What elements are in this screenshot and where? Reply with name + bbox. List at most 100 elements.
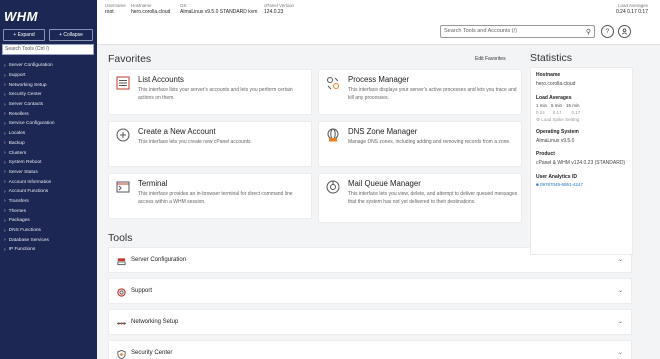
tool-label: Server Configuration	[131, 257, 187, 263]
sidebar-item-packages[interactable]: › Packages	[0, 216, 97, 226]
sidebar-item-label: Transfers	[8, 198, 29, 204]
chevron-right-icon: ›	[4, 179, 6, 186]
top-search-input[interactable]: Search Tools and Accounts (/) ⚲	[440, 25, 595, 38]
support-icon	[116, 287, 126, 297]
username-label: Username	[105, 3, 126, 8]
favorites-title: Favorites	[108, 53, 152, 65]
sidebar-item-dns-functions[interactable]: › DNS Functions	[0, 226, 97, 236]
chevron-right-icon: ›	[4, 140, 6, 147]
chevron-right-icon: ›	[4, 91, 6, 98]
top-bar: Username root Hostname hero.corolla.clou…	[97, 0, 660, 45]
sidebar-item-account-functions[interactable]: › Account Functions	[0, 187, 97, 197]
user-icon[interactable]	[618, 25, 631, 38]
sidebar-item-transfers[interactable]: › Transfers	[0, 197, 97, 207]
favorite-card-mail-queue-manager[interactable]: Mail Queue Manager This interface lets y…	[318, 173, 522, 223]
server-icon	[116, 256, 126, 266]
sidebar-item-server-status[interactable]: › Server Status	[0, 168, 97, 178]
chevron-right-icon: ›	[4, 101, 6, 108]
chevron-right-icon: ›	[4, 198, 6, 205]
stat-load-label: Load Averages	[536, 94, 572, 101]
edit-favorites-link[interactable]: Edit Favorites	[475, 56, 506, 62]
statistics-title: Statistics	[530, 52, 573, 64]
help-icon[interactable]: ?	[601, 25, 614, 38]
load-value: 0.24 0.17 0.17	[616, 9, 648, 15]
stat-os-value: AlmaLinux v9.5.0	[536, 137, 575, 144]
card-title: Create a New Account	[138, 127, 216, 136]
chevron-down-icon[interactable]: ⌄	[618, 349, 623, 356]
tool-label: Security Center	[131, 350, 173, 356]
load-header: 1 min	[536, 102, 548, 108]
os-label: OS	[180, 3, 187, 8]
load-header: 15 min	[566, 102, 580, 108]
sidebar-item-label: System Reboot	[8, 160, 42, 166]
chevron-right-icon: ›	[4, 62, 6, 69]
sidebar-item-locales[interactable]: › Locales	[0, 129, 97, 139]
stat-os-label: Operating System	[536, 128, 579, 135]
chevron-right-icon: ›	[4, 82, 6, 89]
sidebar-item-database-services[interactable]: › Database Services	[0, 235, 97, 245]
analytics-id-link[interactable]: ■ 09787049-6951-4247	[536, 182, 627, 187]
sidebar-item-support[interactable]: › Support	[0, 71, 97, 81]
sidebar-item-label: Packages	[8, 218, 30, 224]
load-value: 0.17	[571, 109, 581, 115]
favorite-card-list-accounts[interactable]: List Accounts This interface lists your …	[108, 69, 312, 115]
expand-button[interactable]: + Expand	[3, 29, 45, 41]
sidebar-item-account-information[interactable]: › Account Information	[0, 177, 97, 187]
sidebar-item-server-contacts[interactable]: › Server Contacts	[0, 100, 97, 110]
favorite-card-process-manager[interactable]: Process Manager This interface displays …	[318, 69, 522, 115]
username-value: root	[105, 9, 114, 15]
version-info: cPanel Version 124.0.23	[264, 3, 294, 15]
sidebar-item-label: DNS Functions	[8, 228, 41, 234]
card-title: DNS Zone Manager	[348, 127, 418, 136]
sidebar-item-label: Account Information	[8, 179, 52, 185]
statistics-panel: Hostname hero.corolla.cloud Load Average…	[530, 67, 633, 255]
sidebar-item-label: Server Configuration	[8, 63, 53, 69]
tool-row-support[interactable]: Support ⌄	[108, 278, 632, 304]
favorite-card-terminal[interactable]: Terminal This interface provides an in-b…	[108, 173, 312, 219]
chevron-down-icon[interactable]: ⌄	[618, 287, 623, 294]
sidebar-item-themes[interactable]: › Themes	[0, 206, 97, 216]
sidebar-item-label: Resellers	[8, 111, 29, 117]
chevron-down-icon[interactable]: ⌄	[618, 318, 623, 325]
tool-row-networking-setup[interactable]: Networking Setup ⌄	[108, 309, 632, 335]
card-description: Manage DNS zones, including adding and r…	[348, 139, 511, 145]
chevron-down-icon[interactable]: ⌄	[618, 256, 623, 263]
favorite-card-create-account[interactable]: Create a New Account This interface lets…	[108, 121, 312, 167]
load-label: Load Averages	[618, 3, 648, 8]
sidebar-item-ip-functions[interactable]: › IP Functions	[0, 245, 97, 255]
chevron-right-icon: ›	[4, 111, 6, 118]
sidebar-item-security-center[interactable]: › Security Center	[0, 90, 97, 100]
version-label: cPanel Version	[264, 3, 295, 8]
sidebar-item-backup[interactable]: › Backup	[0, 139, 97, 149]
analytics-id-value: 09787049-6951-4247	[539, 181, 584, 187]
card-title: Mail Queue Manager	[348, 179, 421, 188]
sidebar-item-system-reboot[interactable]: › System Reboot	[0, 158, 97, 168]
tool-row-security-center[interactable]: Security Center ⌄	[108, 340, 632, 359]
load-values: 0.24 0.17 0.17	[536, 110, 627, 115]
sidebar-search-input[interactable]: Search Tools (Ctrl /)	[2, 44, 94, 55]
sidebar-item-label: Security Center	[8, 92, 42, 98]
sidebar-item-server-configuration[interactable]: › Server Configuration	[0, 61, 97, 71]
search-icon[interactable]: ⚲	[586, 27, 591, 38]
sidebar-item-clusters[interactable]: › Clusters	[0, 148, 97, 158]
network-icon	[116, 318, 126, 328]
chevron-right-icon: ›	[4, 120, 6, 127]
load-header: 5 min	[551, 102, 563, 108]
sidebar-item-resellers[interactable]: › Resellers	[0, 109, 97, 119]
chevron-right-icon: ›	[4, 227, 6, 234]
sidebar-item-networking-setup[interactable]: › Networking Setup	[0, 80, 97, 90]
whm-logo[interactable]: WHM	[4, 9, 38, 24]
favorite-card-dns-zone-manager[interactable]: DNS Zone Manager Manage DNS zones, inclu…	[318, 121, 522, 167]
card-title: Process Manager	[348, 75, 410, 84]
load-spike-setting-link[interactable]: ⚙ Load Spike Setting	[536, 117, 627, 123]
sidebar-item-service-configuration[interactable]: › Service Configuration	[0, 119, 97, 129]
card-title: List Accounts	[138, 75, 184, 84]
mail-queue-icon	[324, 178, 342, 196]
sidebar-item-label: IP Functions	[8, 247, 36, 253]
sidebar-item-label: Server Contacts	[8, 102, 44, 108]
dns-icon	[324, 126, 342, 144]
collapse-button[interactable]: + Collapse	[49, 29, 93, 41]
username-info: Username root	[105, 3, 126, 15]
card-description: This interface lets you view, delete, an…	[348, 191, 518, 205]
chevron-right-icon: ›	[4, 169, 6, 176]
